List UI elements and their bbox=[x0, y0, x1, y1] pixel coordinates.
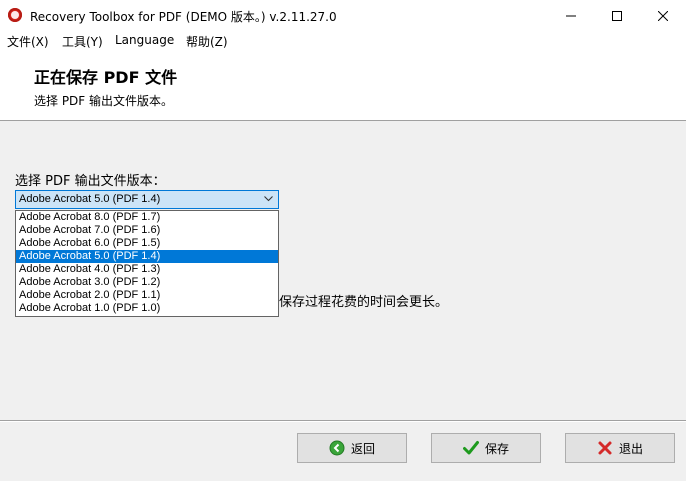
close-icon bbox=[658, 10, 668, 21]
save-time-note: 保存过程花费的时间会更长。 bbox=[279, 295, 449, 310]
menu-language[interactable]: Language bbox=[115, 33, 174, 47]
chevron-down-icon bbox=[264, 196, 273, 202]
save-button-label: 保存 bbox=[484, 441, 509, 456]
list-item[interactable]: Adobe Acrobat 4.0 (PDF 1.3) bbox=[16, 263, 278, 276]
menu-bar: 文件(X) 工具(Y) Language 帮助(Z) bbox=[0, 31, 686, 50]
list-item-selected[interactable]: Adobe Acrobat 5.0 (PDF 1.4) bbox=[16, 250, 278, 263]
footer-divider-highlight bbox=[0, 421, 686, 422]
page-subtitle: 选择 PDF 输出文件版本。 bbox=[34, 94, 174, 108]
menu-help[interactable]: 帮助(Z) bbox=[186, 33, 228, 50]
list-item[interactable]: Adobe Acrobat 8.0 (PDF 1.7) bbox=[16, 211, 278, 224]
list-item[interactable]: Adobe Acrobat 3.0 (PDF 1.2) bbox=[16, 276, 278, 289]
list-item[interactable]: Adobe Acrobat 6.0 (PDF 1.5) bbox=[16, 237, 278, 250]
exit-button-label: 退出 bbox=[618, 441, 643, 456]
page-title: 正在保存 PDF 文件 bbox=[34, 68, 178, 87]
list-item[interactable]: Adobe Acrobat 7.0 (PDF 1.6) bbox=[16, 224, 278, 237]
list-item[interactable]: Adobe Acrobat 2.0 (PDF 1.1) bbox=[16, 289, 278, 302]
app-logo-icon bbox=[8, 8, 22, 22]
menu-file[interactable]: 文件(X) bbox=[7, 33, 49, 50]
back-button-label: 返回 bbox=[350, 441, 375, 456]
exit-button[interactable]: 退出 bbox=[565, 433, 675, 463]
version-dropdown-list: Adobe Acrobat 8.0 (PDF 1.7) Adobe Acroba… bbox=[15, 210, 279, 317]
close-button[interactable] bbox=[640, 0, 686, 31]
back-button[interactable]: 返回 bbox=[297, 433, 407, 463]
minimize-icon bbox=[566, 15, 576, 16]
select-value: Adobe Acrobat 5.0 (PDF 1.4) bbox=[19, 193, 161, 205]
list-item[interactable]: Adobe Acrobat 1.0 (PDF 1.0) bbox=[16, 302, 278, 315]
checkmark-icon bbox=[462, 441, 479, 455]
version-label: 选择 PDF 输出文件版本： bbox=[15, 174, 166, 189]
back-arrow-icon bbox=[329, 440, 345, 456]
wizard-header: 正在保存 PDF 文件 选择 PDF 输出文件版本。 bbox=[0, 50, 686, 121]
maximize-icon bbox=[612, 10, 622, 21]
pdf-version-select[interactable]: Adobe Acrobat 5.0 (PDF 1.4) bbox=[15, 190, 279, 209]
minimize-button[interactable] bbox=[548, 0, 594, 31]
menu-tools[interactable]: 工具(Y) bbox=[62, 33, 103, 50]
close-x-icon bbox=[598, 441, 612, 455]
maximize-button[interactable] bbox=[594, 0, 640, 31]
save-button[interactable]: 保存 bbox=[431, 433, 541, 463]
title-bar: Recovery Toolbox for PDF (DEMO 版本。) v.2.… bbox=[0, 0, 686, 32]
window-title: Recovery Toolbox for PDF (DEMO 版本。) v.2.… bbox=[30, 10, 337, 24]
